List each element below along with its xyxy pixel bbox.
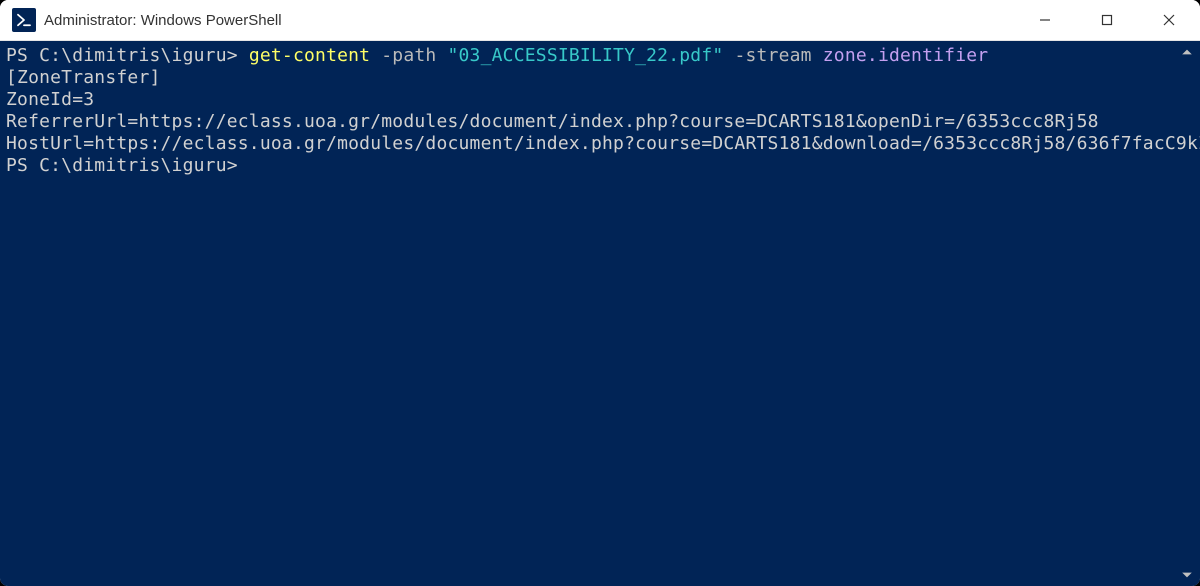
maximize-button[interactable] <box>1076 0 1138 40</box>
terminal-area[interactable]: PS C:\dimitris\iguru> get-content -path … <box>0 41 1200 586</box>
command-name: get-content <box>249 45 370 66</box>
powershell-icon <box>12 8 36 32</box>
param-stream-value: zone.identifier <box>823 45 989 66</box>
prompt-line-2: PS C:\dimitris\iguru> <box>6 155 238 176</box>
param-stream-flag: -stream <box>723 45 822 66</box>
window-title: Administrator: Windows PowerShell <box>44 12 282 29</box>
output-line-1: [ZoneTransfer] <box>6 67 161 88</box>
scroll-down-icon[interactable] <box>1178 566 1196 584</box>
scroll-up-icon[interactable] <box>1178 43 1196 61</box>
title-bar[interactable]: Administrator: Windows PowerShell <box>0 0 1200 41</box>
param-path-value: "03_ACCESSIBILITY_22.pdf" <box>447 45 723 66</box>
minimize-button[interactable] <box>1014 0 1076 40</box>
output-line-3: ReferrerUrl=https://eclass.uoa.gr/module… <box>6 111 1099 132</box>
powershell-window: Administrator: Windows PowerShell PS C:\… <box>0 0 1200 586</box>
prompt-line-1: PS C:\dimitris\iguru> <box>6 45 249 66</box>
output-line-4: HostUrl=https://eclass.uoa.gr/modules/do… <box>6 133 1200 154</box>
close-button[interactable] <box>1138 0 1200 40</box>
output-line-2: ZoneId=3 <box>6 89 94 110</box>
window-controls <box>1014 0 1200 40</box>
terminal-content: PS C:\dimitris\iguru> get-content -path … <box>0 41 1200 181</box>
param-path-flag: -path <box>370 45 447 66</box>
